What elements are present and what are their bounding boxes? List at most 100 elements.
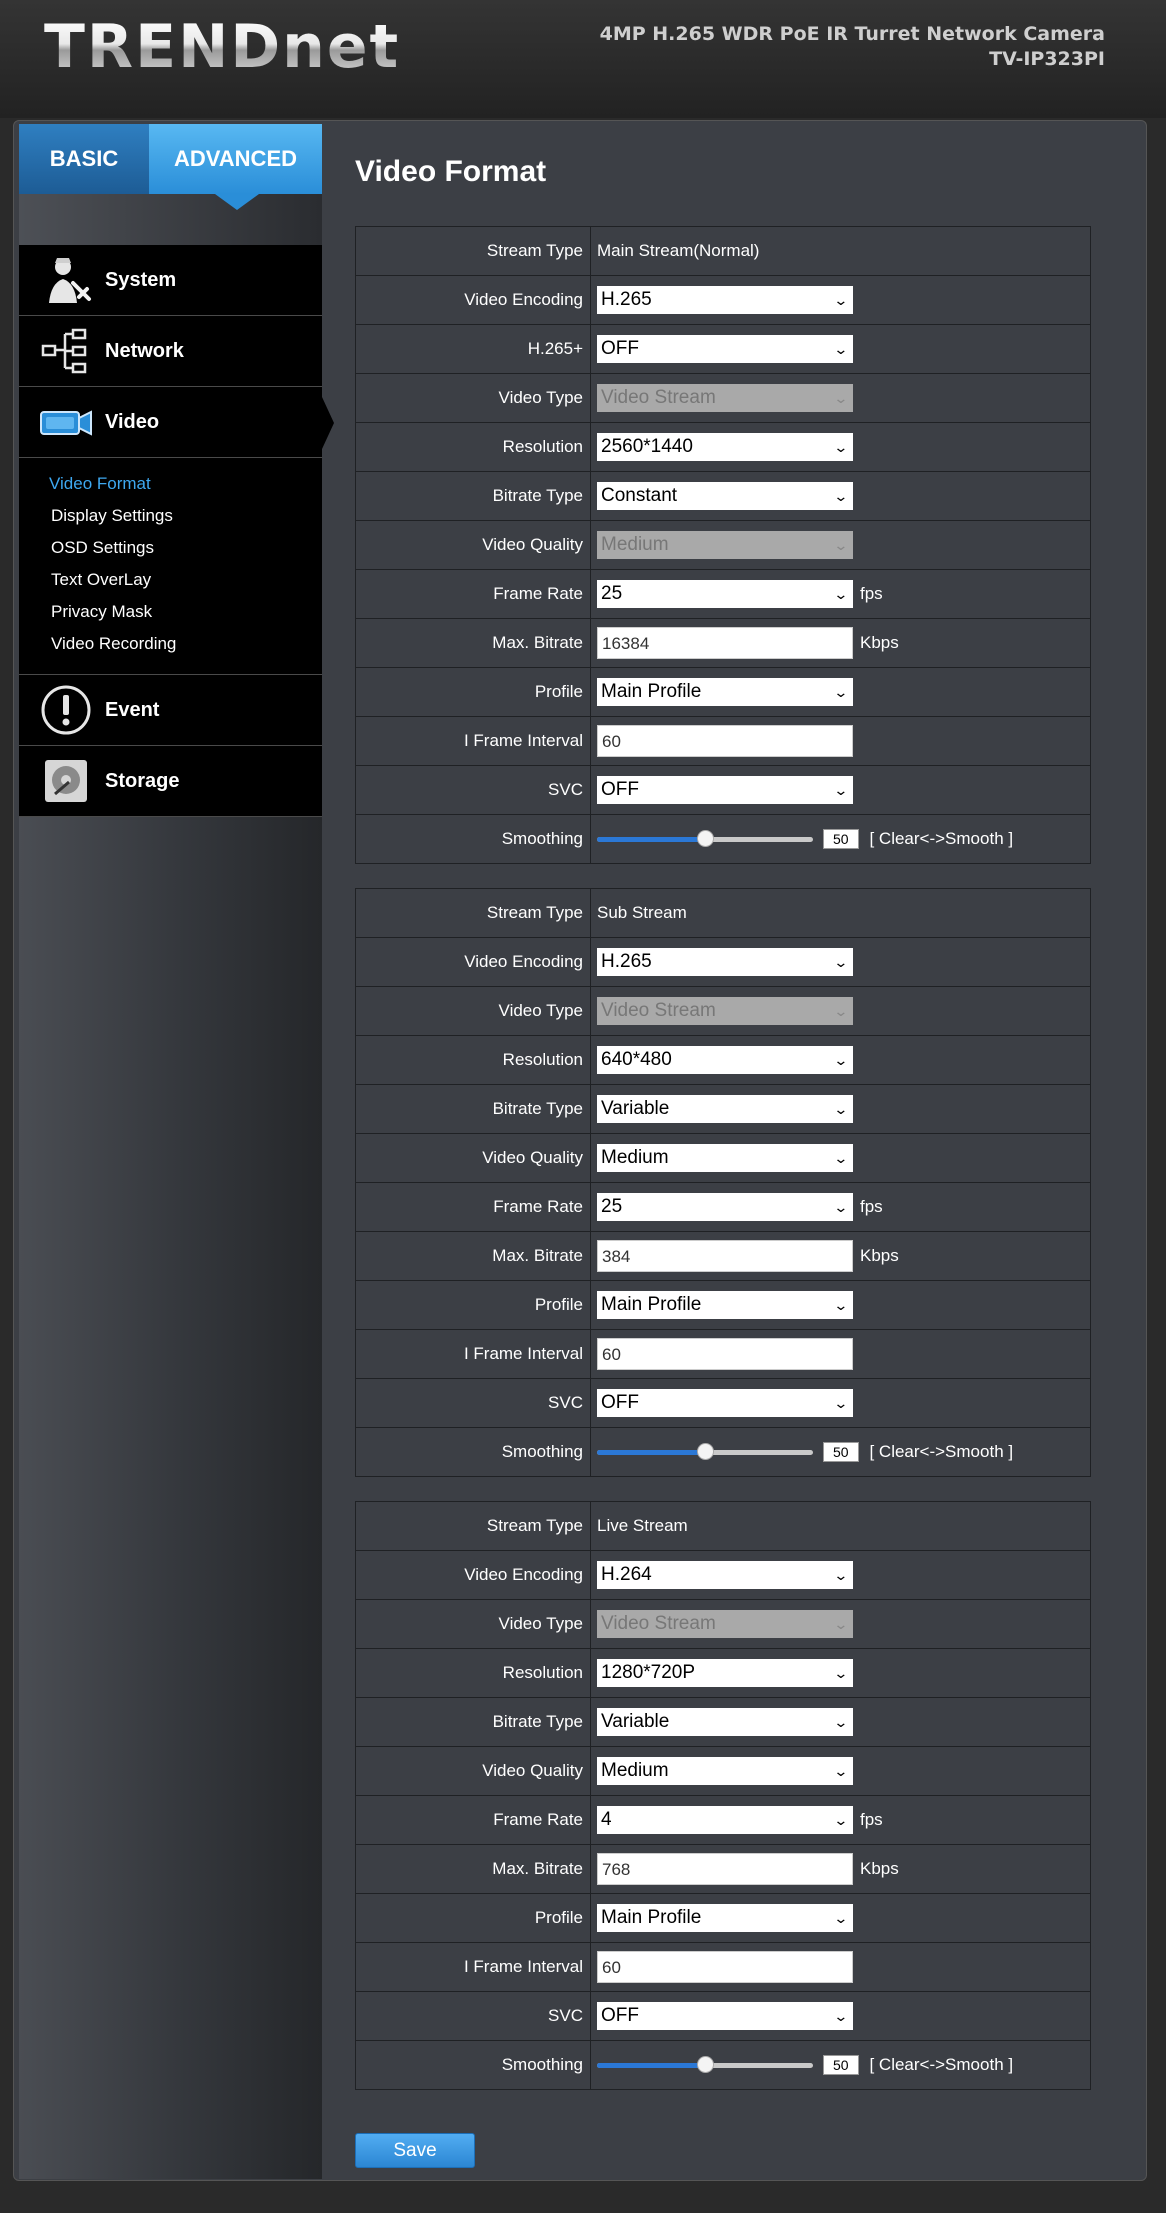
bitrate-type-select[interactable]: Variable ⌄ [597,1095,853,1123]
submenu-display-settings[interactable]: Display Settings [19,500,322,532]
bitrate-type-select[interactable]: Variable ⌄ [597,1708,853,1736]
smoothing-slider[interactable] [597,1443,813,1461]
resolution-select[interactable]: 640*480 ⌄ [597,1046,853,1074]
video-type-select: Video Stream ⌄ [597,997,853,1025]
video-quality-select[interactable]: Medium ⌄ [597,1144,853,1172]
row-label: SVC [355,1991,591,2041]
stream-type-value: Live Stream [590,1501,1091,1551]
table-row: Smoothing 50 [ Clear<->Smooth ] [355,2040,1091,2090]
page-title: Video Format [355,155,547,188]
row-label: SVC [355,765,591,815]
svc-select[interactable]: OFF ⌄ [597,776,853,804]
submenu-privacy-mask[interactable]: Privacy Mask [19,596,322,628]
max-bitrate-input[interactable]: 384 [597,1240,853,1272]
video-encoding-select[interactable]: H.264 ⌄ [597,1561,853,1589]
product-line: 4MP H.265 WDR PoE IR Turret Network Came… [599,23,1105,45]
submenu-text-overlay[interactable]: Text OverLay [19,564,322,596]
row-label: Bitrate Type [355,471,591,521]
bitrate-type-select[interactable]: Constant ⌄ [597,482,853,510]
table-row: Stream Type Sub Stream [355,888,1091,938]
chevron-down-icon: ⌄ [833,1665,849,1681]
smoothing-slider[interactable] [597,830,813,848]
row-label: Video Quality [355,1133,591,1183]
chevron-down-icon: ⌄ [833,684,849,700]
save-button[interactable]: Save [355,2133,475,2168]
table-row: I Frame Interval 60 [355,1942,1091,1992]
max-bitrate-input[interactable]: 16384 [597,627,853,659]
row-label: Video Encoding [355,1550,591,1600]
tab-basic[interactable]: BASIC [19,124,149,194]
sidebar-item-label: Event [105,698,160,721]
chevron-down-icon: ⌄ [833,537,849,553]
h265plus-select[interactable]: OFF ⌄ [597,335,853,363]
svc-select[interactable]: OFF ⌄ [597,2002,853,2030]
table-row: Bitrate Type Constant ⌄ [355,471,1091,521]
sidebar-item-video[interactable]: Video [19,387,334,458]
video-encoding-select[interactable]: H.265 ⌄ [597,948,853,976]
i-frame-interval-input[interactable]: 60 [597,725,853,757]
row-label: Video Quality [355,1746,591,1796]
sidebar-item-label: Network [105,339,184,362]
table-row: Resolution 1280*720P ⌄ [355,1648,1091,1698]
chevron-down-icon: ⌄ [833,586,849,602]
chevron-down-icon: ⌄ [833,782,849,798]
smoothing-value[interactable]: 50 [822,829,859,850]
frame-rate-select[interactable]: 25 ⌄ [597,1193,853,1221]
smoothing-value[interactable]: 50 [822,1442,859,1463]
frame-rate-select[interactable]: 25 ⌄ [597,580,853,608]
video-encoding-select[interactable]: H.265 ⌄ [597,286,853,314]
chevron-down-icon: ⌄ [833,1101,849,1117]
row-label: Profile [355,1893,591,1943]
slider-thumb[interactable] [697,830,714,848]
row-label: Video Encoding [355,937,591,987]
video-camera-icon [31,392,101,452]
sidebar-menu: System Network Video Video Format Displa… [19,245,334,817]
table-row: Video Type Video Stream ⌄ [355,373,1091,423]
profile-select[interactable]: Main Profile ⌄ [597,1291,853,1319]
row-label: Max. Bitrate [355,1844,591,1894]
frame-rate-select[interactable]: 4 ⌄ [597,1806,853,1834]
resolution-select[interactable]: 1280*720P ⌄ [597,1659,853,1687]
submenu-video-recording[interactable]: Video Recording [19,628,322,660]
row-label: Video Type [355,986,591,1036]
chevron-down-icon: ⌄ [833,390,849,406]
row-label: Video Encoding [355,275,591,325]
table-row: SVC OFF ⌄ [355,1991,1091,2041]
slider-fill [597,2063,705,2069]
fps-unit: fps [860,584,883,603]
row-label: Frame Rate [355,569,591,619]
row-label: Resolution [355,1035,591,1085]
sidebar-item-system[interactable]: System [19,245,322,316]
tab-advanced[interactable]: ADVANCED [149,124,322,194]
video-quality-select[interactable]: Medium ⌄ [597,1757,853,1785]
row-label: Frame Rate [355,1182,591,1232]
i-frame-interval-input[interactable]: 60 [597,1338,853,1370]
profile-select[interactable]: Main Profile ⌄ [597,678,853,706]
submenu-video-format[interactable]: Video Format [19,468,322,500]
sidebar-item-storage[interactable]: Storage [19,746,322,817]
svc-select[interactable]: OFF ⌄ [597,1389,853,1417]
row-label: Video Quality [355,520,591,570]
smoothing-slider[interactable] [597,2056,813,2074]
i-frame-interval-input[interactable]: 60 [597,1951,853,1983]
row-label: I Frame Interval [355,1942,591,1992]
submenu-osd-settings[interactable]: OSD Settings [19,532,322,564]
sidebar-item-event[interactable]: Event [19,675,322,746]
sidebar-item-network[interactable]: Network [19,316,322,387]
stream-type-value: Sub Stream [590,888,1091,938]
slider-fill [597,837,705,843]
slider-thumb[interactable] [697,1443,714,1461]
row-label: Profile [355,667,591,717]
video-type-select: Video Stream ⌄ [597,384,853,412]
max-bitrate-input[interactable]: 768 [597,1853,853,1885]
smoothing-value[interactable]: 50 [822,2055,859,2076]
row-label: I Frame Interval [355,1329,591,1379]
slider-thumb[interactable] [697,2056,714,2074]
tab-pointer [215,194,259,210]
chevron-down-icon: ⌄ [833,292,849,308]
chevron-down-icon: ⌄ [833,1150,849,1166]
row-label: Resolution [355,422,591,472]
profile-select[interactable]: Main Profile ⌄ [597,1904,853,1932]
table-row: SVC OFF ⌄ [355,1378,1091,1428]
resolution-select[interactable]: 2560*1440 ⌄ [597,433,853,461]
